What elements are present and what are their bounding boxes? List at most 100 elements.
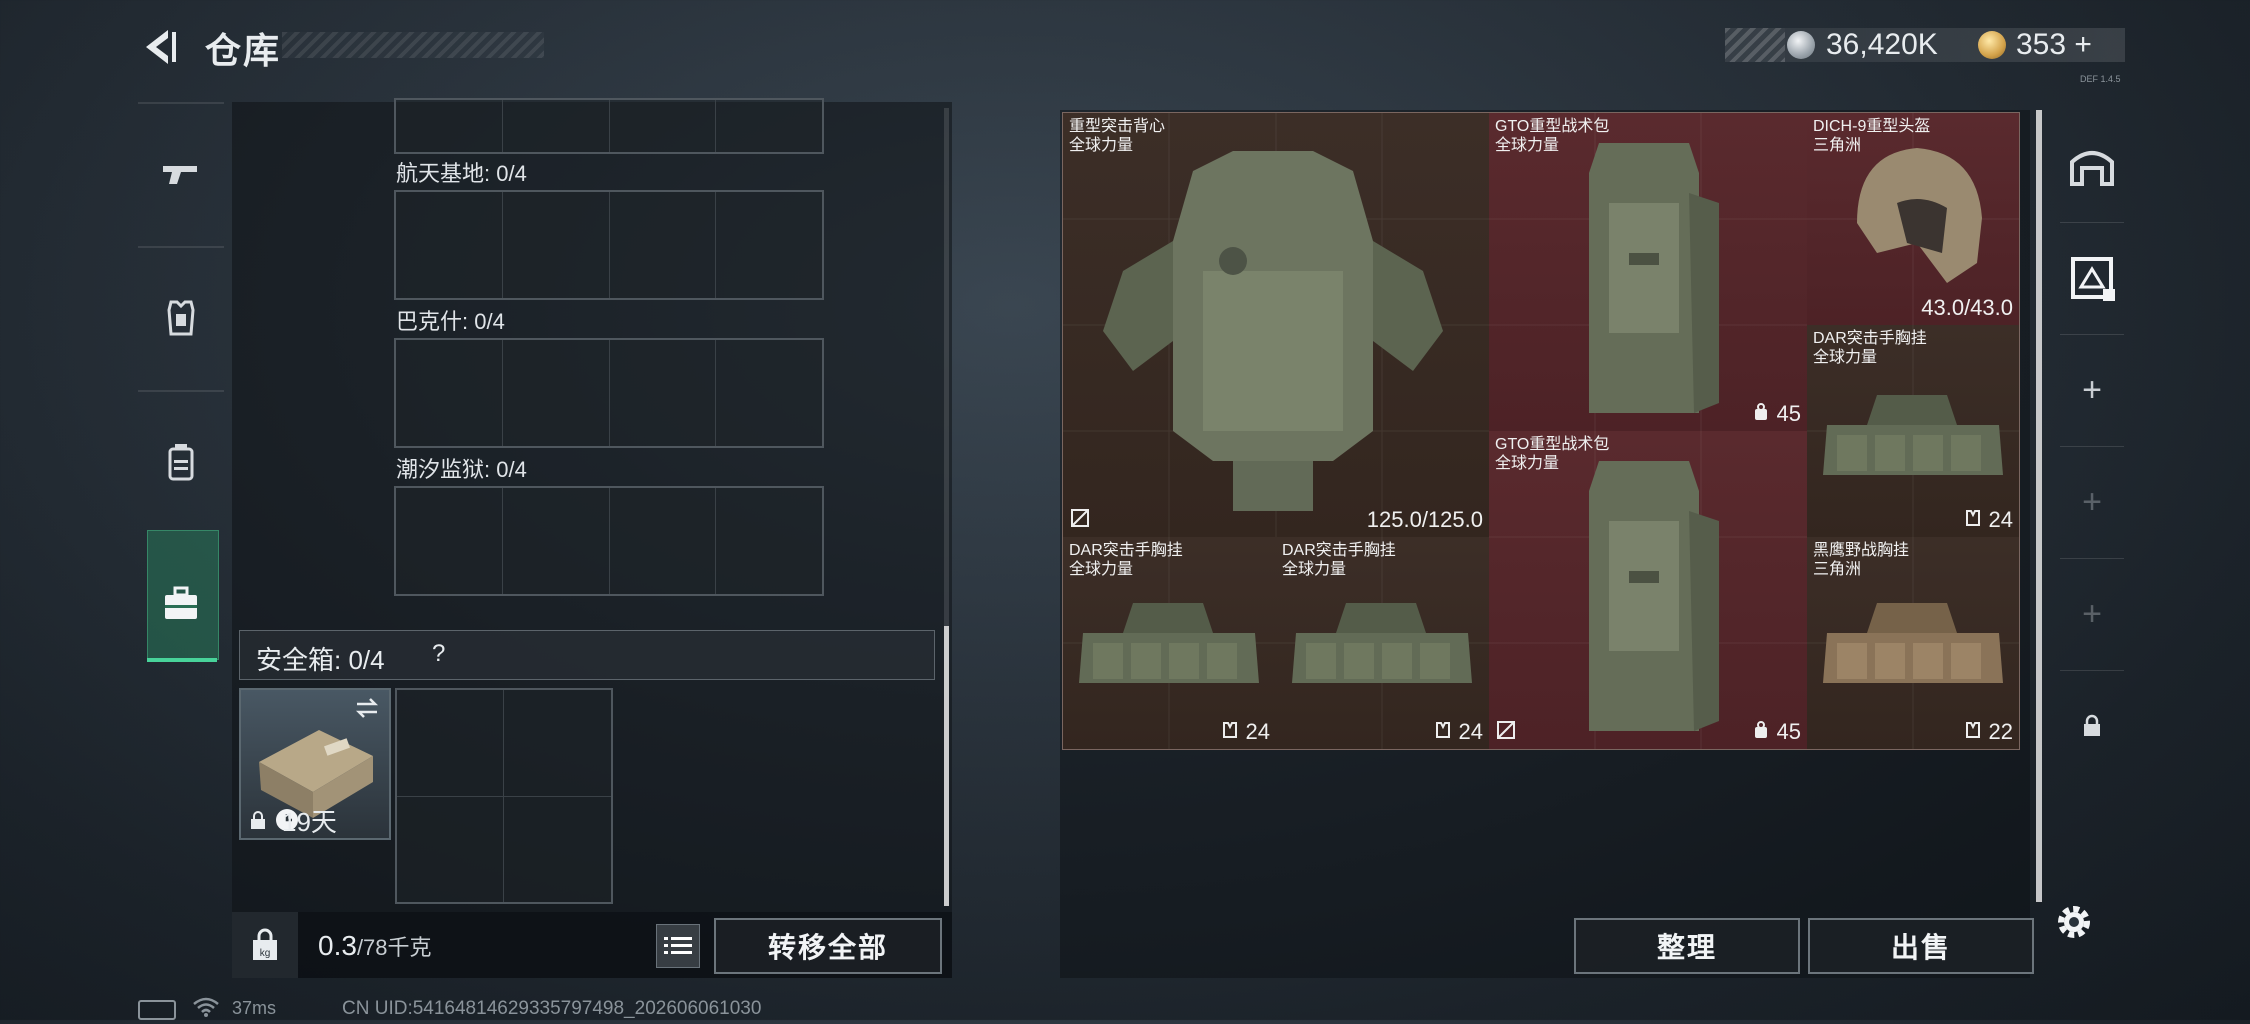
item-name: GTO重型战术包 全球力量: [1495, 118, 1610, 154]
side-slot-add[interactable]: +: [2040, 446, 2144, 558]
helmet-image: [1857, 148, 1982, 283]
swap-icon[interactable]: [353, 696, 381, 720]
rig-icon: [1966, 722, 1981, 738]
list-icon: [664, 937, 692, 954]
item-capacity: 22: [1964, 719, 2013, 745]
item-capacity: 24: [1434, 719, 1483, 745]
tab-weapons[interactable]: [138, 106, 224, 246]
chest-rig-image: [1823, 603, 2003, 683]
backpack-image: [1589, 143, 1719, 413]
item-cell[interactable]: DAR突击手胸挂 全球力量 24: [1807, 325, 2019, 537]
back-arrow-icon[interactable]: [138, 26, 180, 68]
chest-rig-image: [1079, 603, 1259, 683]
section-label: 巴克什: 0/4: [396, 309, 505, 334]
item-name: 黑鹰野战胸挂 三角洲: [1813, 542, 1910, 578]
container-icon: [2071, 257, 2115, 301]
pistol-icon: [163, 166, 197, 184]
item-cell[interactable]: DAR突击手胸挂 全球力量 24: [1276, 537, 1489, 749]
weight-readout: 0.3/78千克: [318, 930, 432, 962]
transfer-all-button[interactable]: 转移全部: [714, 918, 942, 974]
inventory-grid: 重型突击背心 全球力量 125.0/125.0 GTO重型战术包 全球力量 45 D…: [1062, 112, 2020, 750]
item-cell[interactable]: 重型突击背心 全球力量 125.0/125.0: [1063, 113, 1489, 537]
item-cell[interactable]: GTO重型战术包 全球力量 45: [1489, 431, 1807, 749]
svg-text:kg: kg: [260, 948, 271, 959]
item-cell[interactable]: DAR突击手胸挂 全球力量 24: [1063, 537, 1276, 749]
silver-coin-icon: [1787, 31, 1815, 59]
side-slot-add[interactable]: +: [2040, 334, 2144, 446]
tab-backpacks[interactable]: [138, 392, 224, 532]
sell-button[interactable]: 出售: [1808, 918, 2034, 974]
briefcase-icon: [165, 586, 197, 619]
base-icon: [2070, 151, 2114, 186]
item-name: 重型突击背心 全球力量: [1069, 118, 1166, 154]
category-tabs: [138, 102, 224, 676]
settings-gear-icon[interactable]: [2052, 900, 2096, 944]
title-decoration: [282, 32, 544, 58]
side-slot-container[interactable]: [2040, 222, 2144, 334]
safe-days-remaining: 19天: [282, 807, 337, 837]
chest-rig-image: [1823, 395, 2003, 475]
section-label: 航天基地: 0/4: [396, 161, 527, 186]
side-slot-base[interactable]: [2040, 110, 2144, 222]
tab-armor[interactable]: [138, 248, 224, 388]
help-icon[interactable]: ?: [432, 640, 445, 668]
tab-divider: [138, 102, 224, 104]
currency-gold-value[interactable]: 353 +: [2016, 28, 2092, 62]
item-cell[interactable]: 黑鹰野战胸挂 三角洲 22: [1807, 537, 2019, 749]
item-name: DAR突击手胸挂 全球力量: [1069, 542, 1183, 578]
lock-icon: [251, 811, 265, 829]
sort-button[interactable]: 整理: [1574, 918, 1800, 974]
battery-icon: [138, 1000, 176, 1020]
item-capacity: 24: [1964, 507, 2013, 533]
list-view-button[interactable]: [656, 924, 700, 968]
side-slot-add[interactable]: +: [2040, 558, 2144, 670]
gold-coin-icon: [1978, 31, 2006, 59]
weight-icon: [1755, 721, 1768, 738]
item-capacity: 45: [1752, 401, 1801, 427]
gold-amount: 353: [2016, 28, 2067, 61]
side-slot-locked[interactable]: [2040, 670, 2144, 782]
durability-broken-icon: [1497, 721, 1515, 739]
storage-grid[interactable]: [394, 190, 824, 300]
chest-rig-image: [1292, 603, 1472, 683]
lock-icon: [2084, 714, 2100, 736]
ping-text: 37ms: [232, 998, 277, 1018]
armor-icon: [167, 300, 195, 336]
rig-icon: [1436, 722, 1451, 738]
item-cell[interactable]: DICH-9重型头盔 三角洲 43.0/43.0: [1807, 113, 2019, 325]
weight-lock-button[interactable]: kg: [232, 912, 298, 978]
version-text: DEF 1.4.5: [2080, 74, 2121, 84]
item-cell[interactable]: GTO重型战术包 全球力量 45: [1489, 113, 1807, 431]
side-slot-strip: + + +: [2040, 110, 2144, 790]
uid-text: CN UID:5416481462933579749​8_20260606103…: [342, 998, 762, 1019]
item-name: DAR突击手胸挂 全球力量: [1282, 542, 1396, 578]
section-label: 潮汐监狱: 0/4: [396, 457, 527, 482]
weight-value: 0.3: [318, 930, 357, 961]
item-name: GTO重型战术包 全球力量: [1495, 436, 1610, 472]
weight-icon: [1755, 403, 1768, 420]
backpack-icon: [168, 444, 194, 481]
page-title: 仓库: [205, 30, 282, 71]
item-durability: 43.0/43.0: [1921, 295, 2013, 320]
item-name: DICH-9重型头盔 三角洲: [1813, 118, 1931, 154]
rig-icon: [1223, 722, 1238, 738]
storage-grid[interactable]: [394, 338, 824, 448]
currency-decoration: [1725, 28, 1785, 62]
tab-cases[interactable]: [138, 534, 224, 674]
item-capacity: 24: [1221, 719, 1270, 745]
vest-image: [1103, 151, 1443, 511]
add-currency-icon[interactable]: +: [2074, 28, 2092, 61]
storage-grid[interactable]: [394, 98, 824, 154]
durability-broken-icon: [1071, 509, 1089, 527]
safe-box-grid[interactable]: [395, 688, 613, 904]
backpack-image: [1589, 461, 1719, 731]
safe-box-label: 安全箱: 0/4: [256, 645, 385, 675]
weight-capacity: /78千克: [356, 935, 432, 960]
storage-grid[interactable]: [394, 486, 824, 596]
wifi-signal-icon: [193, 997, 219, 1017]
item-name: DAR突击手胸挂 全球力量: [1813, 330, 1927, 366]
storage-scrollbar-thumb[interactable]: [944, 626, 949, 906]
weight-icon: kg: [253, 928, 277, 960]
rig-icon: [1966, 510, 1981, 526]
currency-silver-value: 36,420K: [1826, 28, 1938, 61]
